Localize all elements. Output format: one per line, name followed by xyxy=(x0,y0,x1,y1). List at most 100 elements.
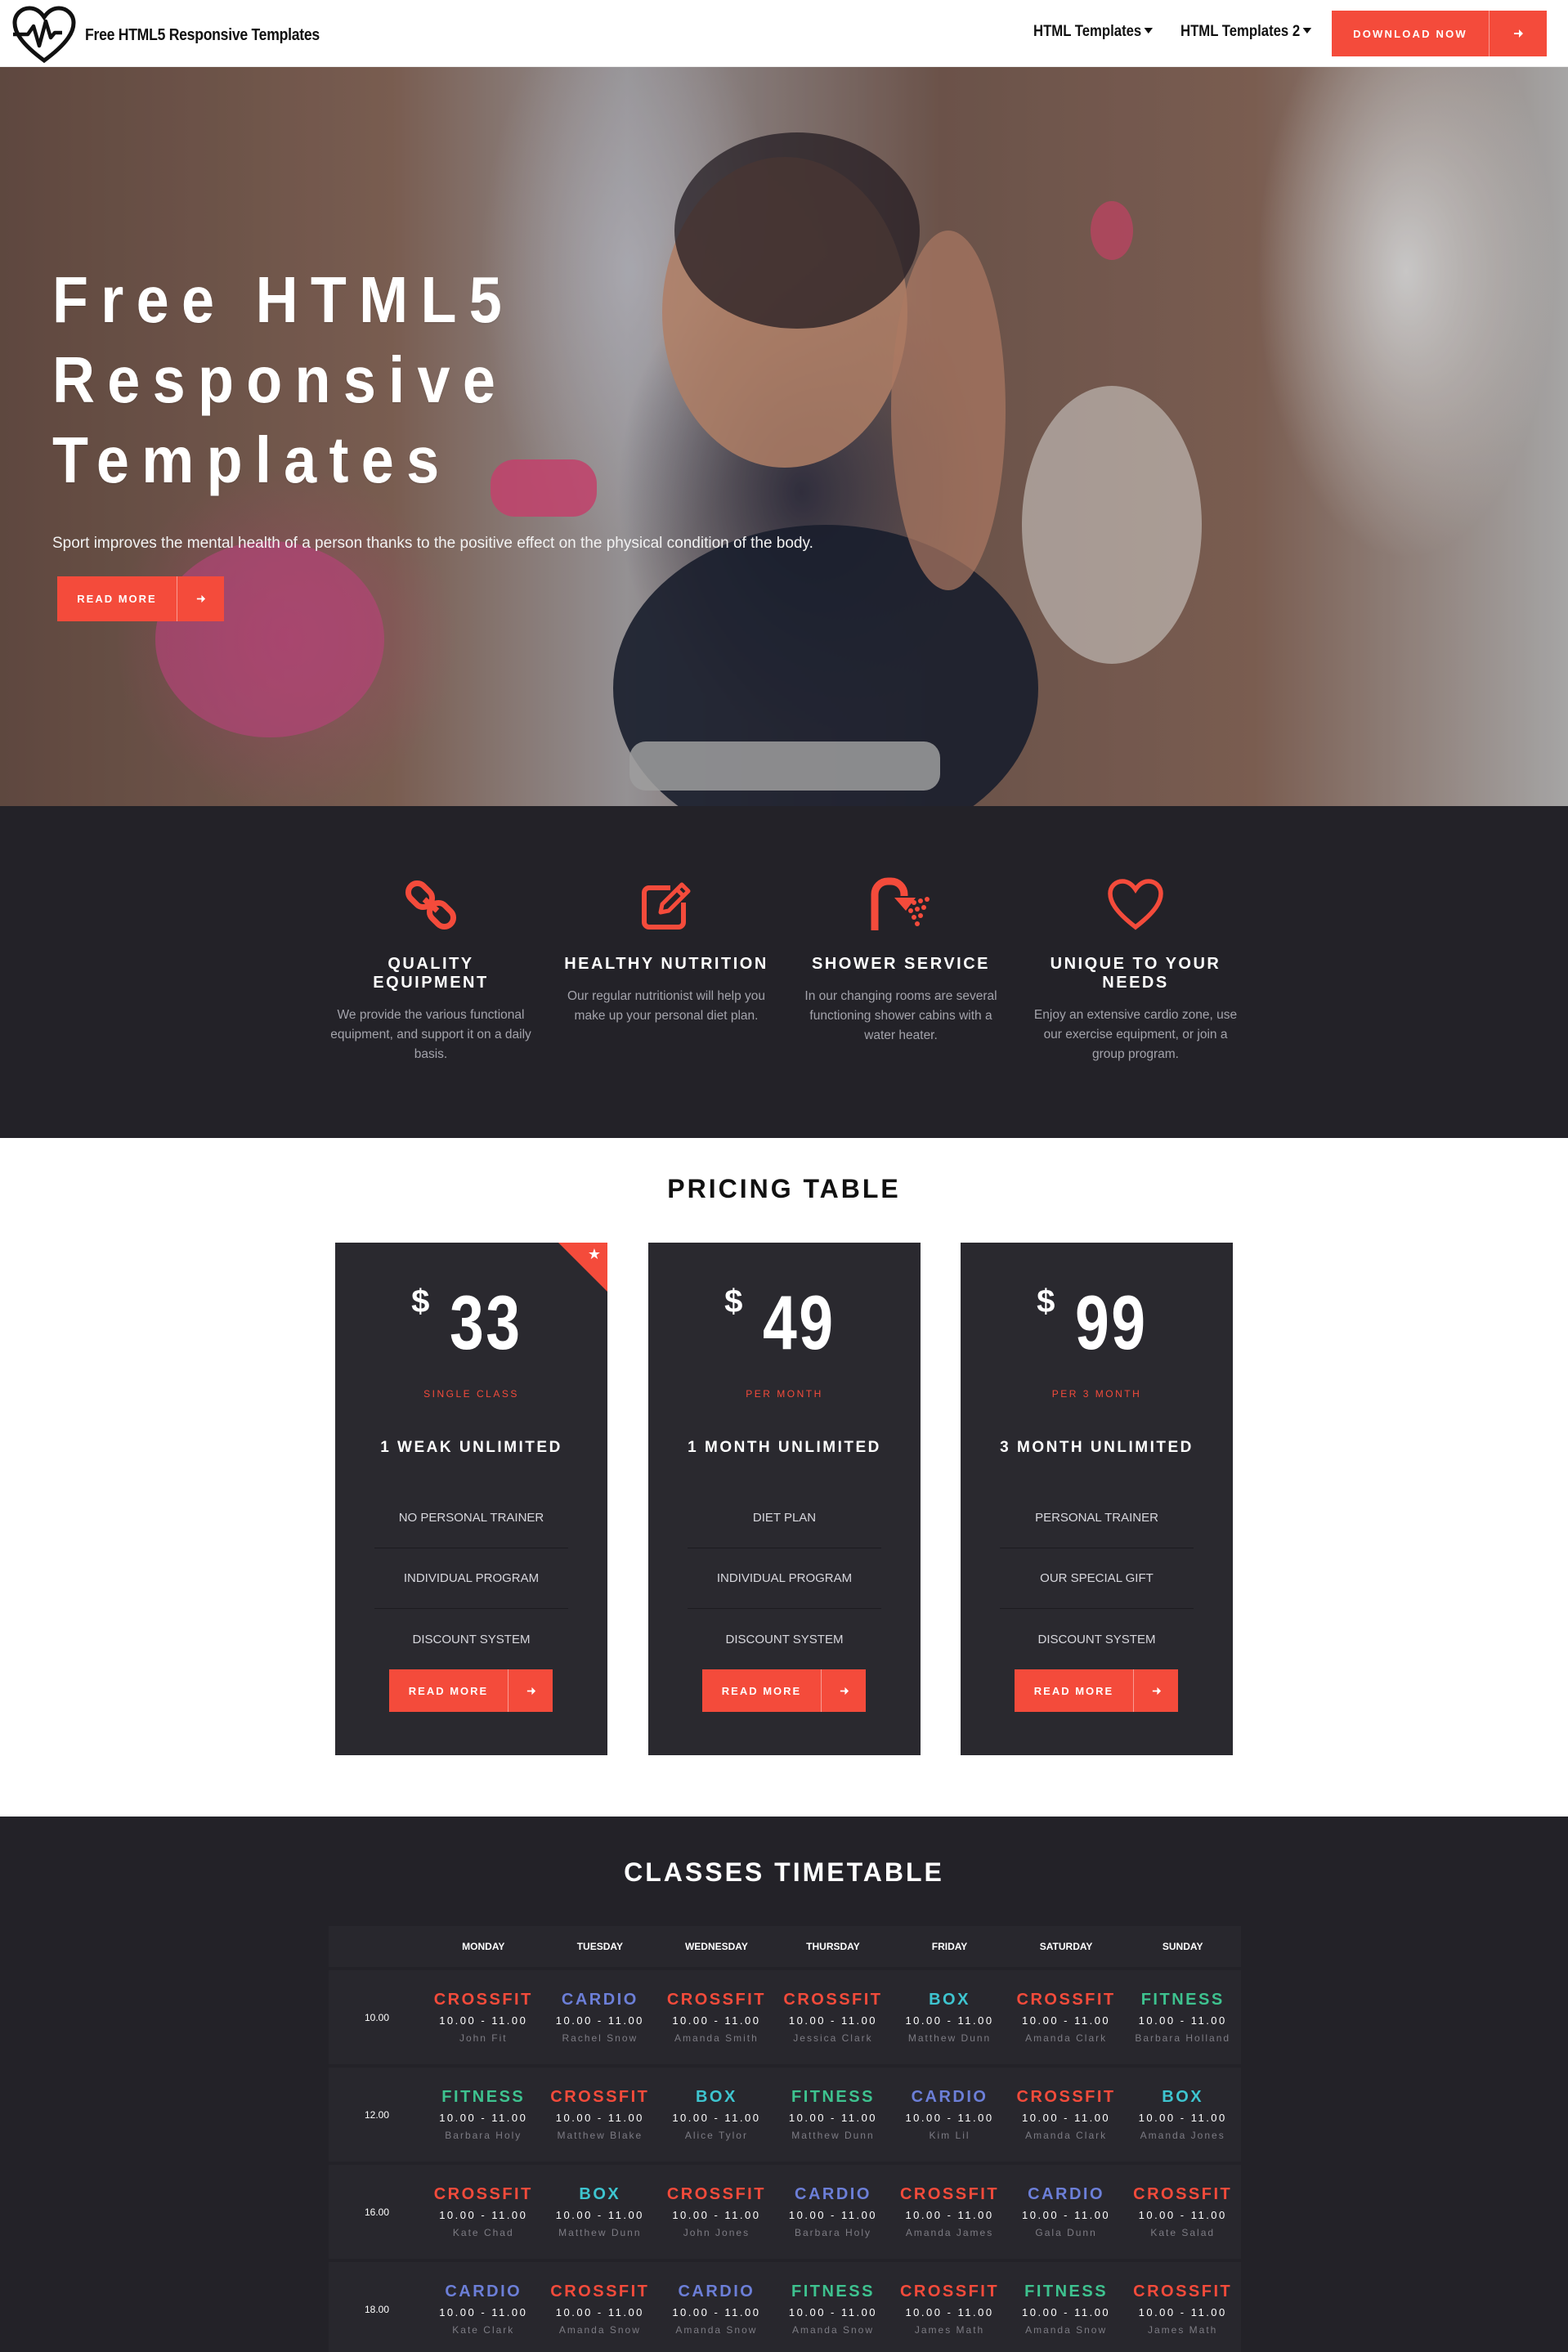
trainer-name: Barbara Holy xyxy=(794,2227,871,2238)
class-cell[interactable]: CARDIO 10.00 - 11.00 Gala Dunn xyxy=(1007,2162,1125,2259)
class-hours: 10.00 - 11.00 xyxy=(1022,2209,1111,2221)
class-cell[interactable]: CROSSFIT 10.00 - 11.00 Matthew Blake xyxy=(541,2064,659,2162)
plan-feature-item: INDIVIDUAL PROGRAM xyxy=(374,1548,568,1609)
star-icon: ★ xyxy=(587,1246,601,1262)
trainer-name: Matthew Blake xyxy=(557,2130,643,2141)
class-cell[interactable]: CROSSFIT 10.00 - 11.00 Amanda Smith xyxy=(658,1967,775,2064)
class-cell[interactable]: CROSSFIT 10.00 - 11.00 Jessica Clark xyxy=(774,1967,892,2064)
arrow-right-icon xyxy=(508,1669,553,1712)
timetable-body: 10.00 CROSSFIT 10.00 - 11.00 John Fit CARDIO… xyxy=(329,1967,1241,2352)
trainer-name: Amanda Clark xyxy=(1025,2130,1108,2141)
trainer-name: Amanda James xyxy=(905,2227,994,2238)
trainer-name: Amanda Smith xyxy=(674,2032,759,2044)
class-cell[interactable]: CROSSFIT 10.00 - 11.00 Amanda Snow xyxy=(541,2259,659,2352)
price-amount: 99 xyxy=(1075,1279,1148,1365)
class-cell[interactable]: CROSSFIT 10.00 - 11.00 James Math xyxy=(891,2259,1008,2352)
class-name: CROSSFIT xyxy=(1016,1991,1116,2009)
trainer-name: Amanda Clark xyxy=(1025,2032,1108,2044)
price-amount: 49 xyxy=(763,1279,836,1365)
heart-pulse-logo-icon xyxy=(12,6,76,64)
class-cell[interactable]: CROSSFIT 10.00 - 11.00 John Fit xyxy=(425,1967,542,2064)
timetable-title: CLASSES TIMETABLE xyxy=(624,1857,944,1887)
class-name: CARDIO xyxy=(795,2185,871,2203)
trainer-name: Kate Clark xyxy=(452,2324,515,2336)
class-cell[interactable]: CARDIO 10.00 - 11.00 Rachel Snow xyxy=(541,1967,659,2064)
class-hours: 10.00 - 11.00 xyxy=(672,2209,761,2221)
plan-name: 3 MONTH UNLIMITED xyxy=(1000,1439,1194,1456)
class-name: FITNESS xyxy=(441,2088,526,2106)
class-name: CROSSFIT xyxy=(666,1991,766,2009)
class-cell[interactable]: BOX 10.00 - 11.00 Matthew Dunn xyxy=(891,1967,1008,2064)
plan-read-more-button[interactable]: READ MORE xyxy=(1015,1669,1178,1712)
class-name: BOX xyxy=(1162,2088,1204,2106)
class-cell[interactable]: CARDIO 10.00 - 11.00 Kim Lil xyxy=(891,2064,1008,2162)
trainer-name: Rachel Snow xyxy=(562,2032,638,2044)
read-more-label: READ MORE xyxy=(721,1684,802,1697)
trainer-name: Amanda Jones xyxy=(1140,2130,1225,2141)
class-cell[interactable]: CROSSFIT 10.00 - 11.00 Amanda James xyxy=(891,2162,1008,2259)
class-name: CARDIO xyxy=(445,2283,522,2300)
class-hours: 10.00 - 11.00 xyxy=(439,2209,528,2221)
hero-read-more-button[interactable]: READ MORE xyxy=(57,576,224,621)
class-name: CROSSFIT xyxy=(1133,2283,1233,2300)
class-cell[interactable]: CROSSFIT 10.00 - 11.00 Kate Salad xyxy=(1124,2162,1241,2259)
day-header: WEDNESDAY xyxy=(658,1926,775,1967)
price-period: SINGLE CLASS xyxy=(423,1388,519,1400)
trainer-name: John Jones xyxy=(683,2227,750,2238)
class-hours: 10.00 - 11.00 xyxy=(1138,2209,1227,2221)
class-cell[interactable]: BOX 10.00 - 11.00 Amanda Jones xyxy=(1124,2064,1241,2162)
class-hours: 10.00 - 11.00 xyxy=(1022,2014,1111,2027)
class-cell[interactable]: FITNESS 10.00 - 11.00 Matthew Dunn xyxy=(774,2064,892,2162)
class-name: CARDIO xyxy=(678,2283,755,2300)
plan-feature-item: OUR SPECIAL GIFT xyxy=(1000,1548,1194,1609)
class-name: FITNESS xyxy=(1024,2283,1109,2300)
class-cell[interactable]: FITNESS 10.00 - 11.00 Amanda Snow xyxy=(774,2259,892,2352)
class-name: BOX xyxy=(579,2185,621,2203)
class-cell[interactable]: CROSSFIT 10.00 - 11.00 Amanda Clark xyxy=(1007,2064,1125,2162)
brand-name: Free HTML5 Responsive Templates xyxy=(85,25,320,44)
class-cell[interactable]: CROSSFIT 10.00 - 11.00 Amanda Clark xyxy=(1007,1967,1125,2064)
feature-title: UNIQUE TO YOUR NEEDS xyxy=(1050,955,1221,992)
trainer-name: Amanda Snow xyxy=(558,2324,641,2336)
class-hours: 10.00 - 11.00 xyxy=(1138,2112,1227,2124)
nav-dropdown-label: HTML Templates 2 xyxy=(1180,23,1301,40)
class-cell[interactable]: FITNESS 10.00 - 11.00 Barbara Holy xyxy=(425,2064,542,2162)
feature-title: HEALTHY NUTRITION xyxy=(564,955,768,973)
currency-symbol: $ xyxy=(724,1284,743,1319)
pricing-card-3month: $99 PER 3 MONTH 3 MONTH UNLIMITED PERSON… xyxy=(961,1243,1233,1755)
class-name: CROSSFIT xyxy=(433,2185,533,2203)
plan-read-more-button[interactable]: READ MORE xyxy=(389,1669,553,1712)
timetable-row: 18.00 CARDIO 10.00 - 11.00 Kate Clark CROSSF… xyxy=(329,2259,1241,2352)
download-now-button[interactable]: DOWNLOAD NOW xyxy=(1332,11,1547,56)
class-hours: 10.00 - 11.00 xyxy=(788,2209,878,2221)
pricing-title: PRICING TABLE xyxy=(667,1174,901,1203)
class-cell[interactable]: CARDIO 10.00 - 11.00 Amanda Snow xyxy=(658,2259,775,2352)
class-cell[interactable]: BOX 10.00 - 11.00 Alice Tylor xyxy=(658,2064,775,2162)
class-cell[interactable]: FITNESS 10.00 - 11.00 Amanda Snow xyxy=(1007,2259,1125,2352)
class-cell[interactable]: CROSSFIT 10.00 - 11.00 Kate Chad xyxy=(425,2162,542,2259)
feature-title: SHOWER SERVICE xyxy=(812,955,990,973)
class-name: BOX xyxy=(695,2088,737,2106)
nav-dropdown-html-templates[interactable]: HTML Templates xyxy=(1033,23,1154,41)
brand-link[interactable]: Free HTML5 Responsive Templates xyxy=(11,5,352,65)
class-cell[interactable]: BOX 10.00 - 11.00 Matthew Dunn xyxy=(541,2162,659,2259)
edit-icon xyxy=(564,873,768,937)
trainer-name: Kim Lil xyxy=(929,2130,970,2141)
class-name: FITNESS xyxy=(791,2283,875,2300)
plan-features: NO PERSONAL TRAINER INDIVIDUAL PROGRAM D… xyxy=(374,1488,568,1669)
nav-dropdown-html-templates-2[interactable]: HTML Templates 2 xyxy=(1180,23,1312,41)
class-cell[interactable]: CARDIO 10.00 - 11.00 Barbara Holy xyxy=(774,2162,892,2259)
price: $33 xyxy=(335,1279,607,1367)
class-cell[interactable]: CROSSFIT 10.00 - 11.00 John Jones xyxy=(658,2162,775,2259)
class-cell[interactable]: CARDIO 10.00 - 11.00 Kate Clark xyxy=(425,2259,542,2352)
plan-read-more-button[interactable]: READ MORE xyxy=(702,1669,866,1712)
class-cell[interactable]: CROSSFIT 10.00 - 11.00 James Math xyxy=(1124,2259,1241,2352)
class-hours: 10.00 - 11.00 xyxy=(555,2112,644,2124)
price-period: PER 3 MONTH xyxy=(1051,1388,1142,1400)
price: $99 xyxy=(961,1279,1233,1367)
day-header: SATURDAY xyxy=(1007,1926,1125,1967)
class-cell[interactable]: FITNESS 10.00 - 11.00 Barbara Holland xyxy=(1124,1967,1241,2064)
class-name: CROSSFIT xyxy=(1016,2088,1116,2106)
trainer-name: Barbara Holy xyxy=(445,2130,522,2141)
caret-down-icon xyxy=(1144,28,1154,34)
